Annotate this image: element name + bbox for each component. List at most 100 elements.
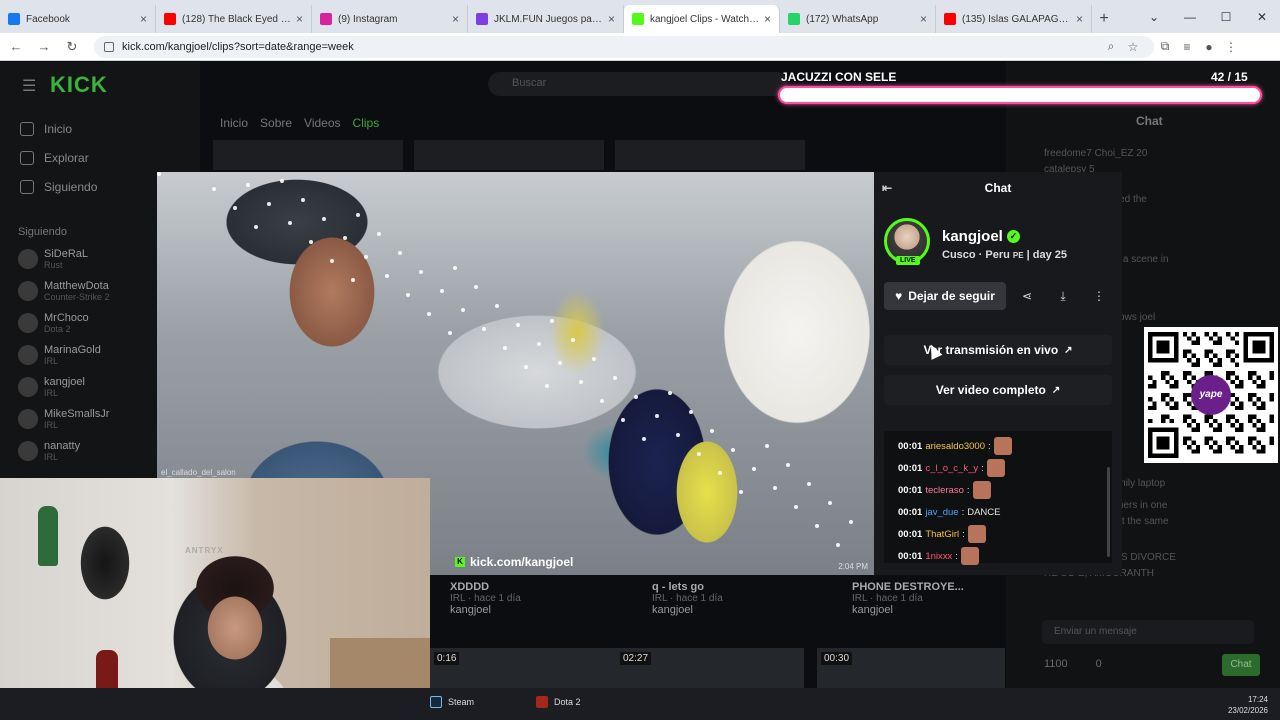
taskbar-steam[interactable]: Steam <box>430 696 474 708</box>
taskbar-dota2[interactable]: Dota 2 <box>536 696 581 708</box>
clip-card[interactable]: q - lets go IRL · hace 1 día kangjoel <box>652 581 723 616</box>
browser-toolbar: ← → ↻ kick.com/kangjoel/clips?sort=date&… <box>0 33 1280 61</box>
clip-thumbnail[interactable] <box>213 140 403 170</box>
nav-explorar[interactable]: Explorar <box>20 151 89 165</box>
chat-message: 00:01 ThatGirl: <box>898 523 1106 545</box>
message-user[interactable]: 1nixxx <box>925 551 952 562</box>
streamer-subtitle: Cusco · Peru PE | day 25 <box>942 249 1067 261</box>
nav-siguiendo[interactable]: Siguiendo <box>20 180 97 194</box>
os-taskbar: Steam Dota 2 17:24 23/02/2026 <box>0 688 1280 720</box>
site-info-icon[interactable] <box>104 41 114 52</box>
avatar <box>18 313 38 333</box>
watch-live-button[interactable]: Ver transmisión en vivo ↗ <box>884 335 1112 365</box>
clip-user: kangjoel <box>652 604 693 616</box>
message-user[interactable]: tecleraso <box>925 485 964 496</box>
close-icon[interactable]: × <box>296 12 303 26</box>
browser-tab[interactable]: (172) WhatsApp × <box>780 5 936 33</box>
more-button[interactable]: ⋮ <box>1084 282 1114 310</box>
kick-logo[interactable]: KICK <box>50 72 108 98</box>
streamer-name[interactable]: kangjoel ✓ <box>942 228 1020 245</box>
close-icon[interactable]: × <box>1076 12 1083 26</box>
clip-thumbnail[interactable]: 0:16 <box>430 648 618 688</box>
foam-particle <box>495 304 499 308</box>
zoom-icon[interactable]: ⌕ <box>1100 39 1122 54</box>
reload-icon[interactable]: ↻ <box>60 39 84 55</box>
message-time: 00:01 <box>898 462 923 474</box>
clip-thumbnail[interactable] <box>414 140 604 170</box>
chat-message: 00:01 tecleraso: <box>898 479 1106 501</box>
browser-tab[interactable]: kangjoel Clips - Watch Live × <box>624 5 780 33</box>
dota2-icon <box>536 696 548 708</box>
browser-tab[interactable]: Facebook × <box>0 5 156 33</box>
unfollow-button[interactable]: ♥ Dejar de seguir <box>884 282 1006 310</box>
close-icon[interactable]: × <box>764 12 771 26</box>
browser-tab[interactable]: (9) Instagram × <box>312 5 468 33</box>
tab-videos[interactable]: Videos <box>304 116 340 130</box>
nav-inicio[interactable]: Inicio <box>20 122 72 136</box>
new-tab-icon[interactable]: + <box>1092 5 1116 33</box>
maximize-icon[interactable]: ☐ <box>1208 0 1244 33</box>
share-button[interactable]: ⋖ <box>1012 282 1042 310</box>
close-icon[interactable]: × <box>920 12 927 26</box>
foam-particle <box>212 187 216 191</box>
clip-user: kangjoel <box>852 604 893 616</box>
minimize-icon[interactable]: — <box>1172 0 1208 33</box>
forward-icon[interactable]: → <box>32 39 56 54</box>
foam-particle <box>786 463 790 467</box>
media-icon[interactable]: ≡ <box>1176 40 1198 54</box>
bookmark-star-icon[interactable]: ☆ <box>1122 40 1144 54</box>
avatar <box>18 249 38 269</box>
close-window-icon[interactable]: ✕ <box>1244 0 1280 33</box>
clip-thumbnail[interactable] <box>615 140 805 170</box>
browser-tab[interactable]: (128) The Black Eyed Peas - My × <box>156 5 312 33</box>
foam-particle <box>828 501 832 505</box>
collapse-icon[interactable]: ⇤ <box>882 181 892 195</box>
url-text: kick.com/kangjoel/clips?sort=date&range=… <box>122 40 354 53</box>
chevron-down-icon[interactable]: ⌄ <box>1136 0 1172 33</box>
clip-card[interactable]: XDDDD IRL · hace 1 día kangjoel <box>450 581 521 616</box>
foam-particle <box>246 183 250 187</box>
tab-inicio[interactable]: Inicio <box>220 116 248 130</box>
chat-message: 00:01 jav_due: DANCE <box>898 506 1001 518</box>
clip-duration: 0:16 <box>434 652 460 665</box>
foam-particle <box>448 331 452 335</box>
watch-full-video-button[interactable]: Ver video completo ↗ <box>884 375 1112 405</box>
chat-send-button[interactable]: Chat <box>1222 654 1260 676</box>
menu-icon[interactable]: ⋮ <box>1220 40 1242 54</box>
close-icon[interactable]: × <box>608 12 615 26</box>
profile-icon[interactable]: ● <box>1198 40 1220 54</box>
foam-particle <box>330 259 334 263</box>
emote-icon <box>960 547 979 565</box>
clip-card[interactable]: PHONE DESTROYE... IRL · hace 1 día kangj… <box>852 581 964 616</box>
address-bar[interactable]: kick.com/kangjoel/clips?sort=date&range=… <box>94 35 1154 58</box>
clip-thumbnail[interactable]: 00:30 <box>817 648 1005 688</box>
search-input[interactable]: Buscar <box>488 72 788 96</box>
avatar <box>18 409 38 429</box>
yape-qr-code: yape <box>1144 327 1278 463</box>
download-button[interactable]: ⤓ <box>1048 282 1078 310</box>
goal-title: JACUZZI CON SELE <box>781 70 897 84</box>
foam-particle <box>453 266 457 270</box>
close-icon[interactable]: × <box>452 12 459 26</box>
tab-sobre[interactable]: Sobre <box>260 116 292 130</box>
message-user[interactable]: ariesaldo3000 <box>925 441 985 452</box>
tab-clips[interactable]: Clips <box>353 116 380 130</box>
foam-particle <box>558 361 562 365</box>
back-icon[interactable]: ← <box>4 39 28 54</box>
browser-tab[interactable]: JKLM.FUN Juegos para fiestas × <box>468 5 624 33</box>
extensions-icon[interactable]: ⧉ <box>1154 39 1176 54</box>
close-icon[interactable]: × <box>140 12 147 26</box>
foam-particle <box>571 338 575 342</box>
clip-thumbnail[interactable]: 02:27 <box>616 648 804 688</box>
message-time: 00:01 <box>898 484 923 496</box>
chat-message-input[interactable]: Enviar un mensaje <box>1042 620 1254 644</box>
home-icon <box>20 122 34 136</box>
browser-tab[interactable]: (135) Islas GALÁPAGOS en 5 d × <box>936 5 1092 33</box>
message-user[interactable]: ThatGirl <box>925 529 959 540</box>
chat-scrollbar[interactable] <box>1107 467 1110 557</box>
message-user[interactable]: jav_due <box>925 507 958 518</box>
hamburger-icon[interactable]: ☰ <box>22 76 36 96</box>
message-user[interactable]: c_l_o_c_k_y <box>925 463 978 474</box>
channel-tabs: Inicio Sobre Videos Clips <box>220 116 379 130</box>
foam-particle <box>482 327 486 331</box>
